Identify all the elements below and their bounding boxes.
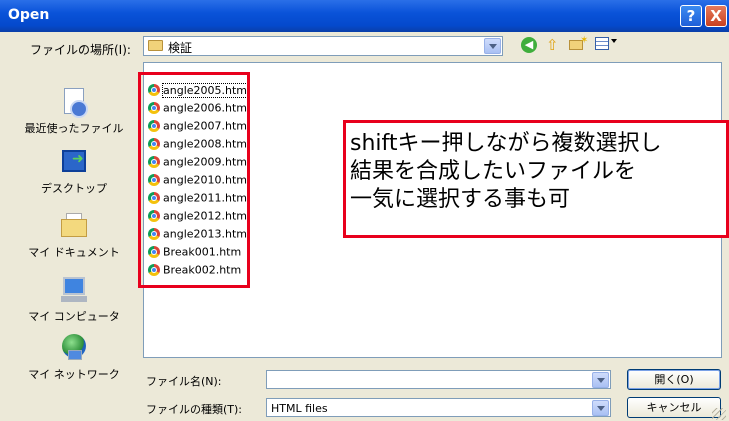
open-button[interactable]: 開く(O) [627,369,721,390]
place-my-computer[interactable]: マイ コンピュータ [14,274,134,324]
annotation-highlight-box [138,72,250,288]
new-folder-icon[interactable]: ✶ [569,35,588,51]
place-recent[interactable]: 最近使ったファイル [14,86,134,136]
look-in-value: 検証 [168,41,193,55]
file-type-select[interactable]: HTML files [266,398,611,417]
help-button[interactable]: ? [680,5,702,27]
file-name-input[interactable] [266,370,611,389]
my-computer-icon [58,274,90,306]
look-in-label: ファイルの場所(I): [30,43,131,57]
chevron-down-icon[interactable] [592,400,609,416]
place-my-documents[interactable]: マイ ドキュメント [14,210,134,260]
look-in-dropdown[interactable]: 検証 [143,36,503,56]
place-label: 最近使ったファイル [24,122,124,135]
close-button[interactable]: X [705,5,727,27]
file-type-value: HTML files [271,402,328,415]
up-folder-icon[interactable]: ⇧ [546,37,562,53]
window-title: Open [8,7,50,23]
recent-docs-icon [58,86,90,118]
file-type-label: ファイルの種類(T): [146,403,243,416]
place-label: デスクトップ [41,182,107,195]
place-desktop[interactable]: ➜ デスクトップ [14,146,134,196]
annotation-line: 結果を合成したいファイルを [350,159,637,184]
file-name-label: ファイル名(N): [146,375,222,388]
place-label: マイ ドキュメント [28,246,120,259]
folder-icon [148,40,163,51]
back-icon[interactable]: ◀ [521,37,537,53]
chevron-down-icon[interactable] [592,372,609,388]
desktop-icon: ➜ [58,146,90,178]
place-my-network[interactable]: マイ ネットワーク [14,332,134,382]
annotation-line: 一気に選択する事も可 [350,187,571,212]
resize-grip[interactable] [712,408,726,420]
annotation-line: shiftキー押しながら複数選択し [350,131,662,156]
views-menu-icon[interactable] [595,37,617,51]
my-network-icon [58,332,90,364]
annotation-callout: shiftキー押しながら複数選択し 結果を合成したいファイルを 一気に選択する事… [343,120,729,238]
title-bar[interactable]: Open ? X [0,0,729,32]
place-label: マイ コンピュータ [28,310,120,323]
my-documents-icon [58,210,90,242]
chevron-down-icon[interactable] [484,38,501,54]
place-label: マイ ネットワーク [28,368,120,381]
cancel-button[interactable]: キャンセル [627,397,721,418]
